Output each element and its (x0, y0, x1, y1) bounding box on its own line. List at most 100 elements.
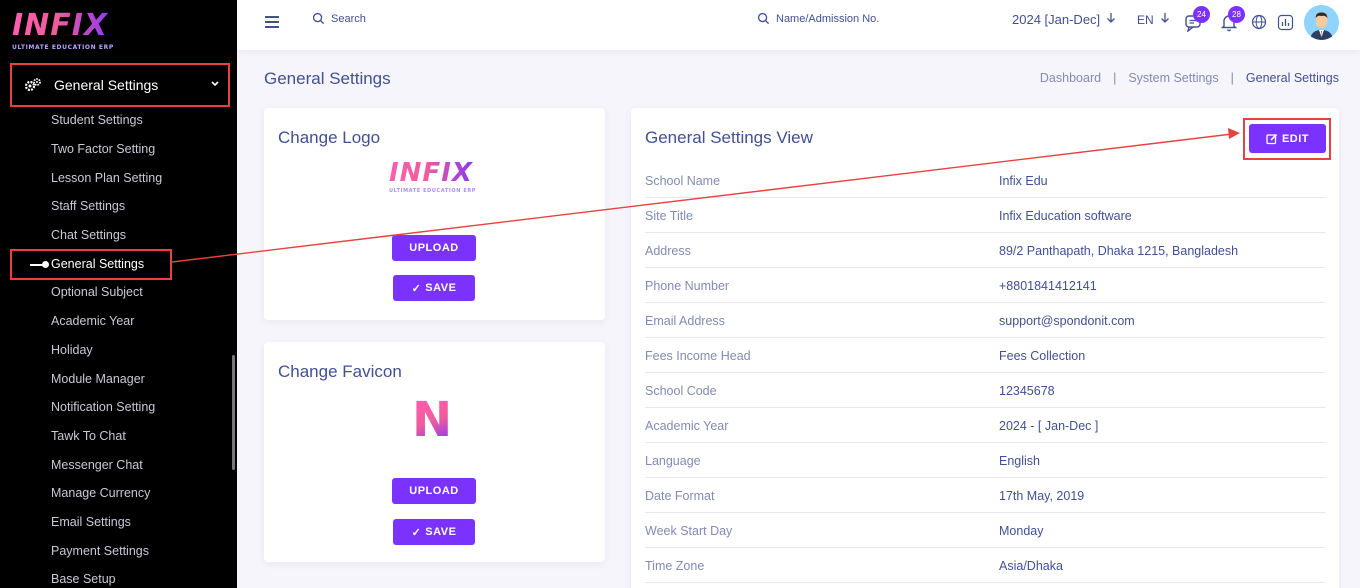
sidebar-item-module-manager[interactable]: Module Manager (0, 364, 237, 393)
row-key: Site Title (645, 209, 693, 223)
sidebar-item-base-setup[interactable]: Base Setup (0, 565, 237, 588)
table-row: School Code 12345678 (645, 373, 1326, 408)
sidebar-scrollbar[interactable] (232, 355, 235, 470)
sidebar-item-messenger-chat[interactable]: Messenger Chat (0, 450, 237, 479)
chat-badge: 24 (1193, 6, 1210, 23)
table-row: Week Start Day Monday (645, 513, 1326, 548)
row-value: English (999, 454, 1040, 468)
page-title: General Settings (264, 69, 391, 88)
row-key: Fees Income Head (645, 349, 751, 363)
sidebar-submenu: Student Settings Two Factor Setting Less… (0, 106, 237, 588)
sidebar-item-manage-currency[interactable]: Manage Currency (0, 479, 237, 508)
row-key: Address (645, 244, 691, 258)
general-settings-view-card: General Settings View EDIT School Name In… (631, 108, 1339, 588)
sidebar-item-tawk-to-chat[interactable]: Tawk To Chat (0, 422, 237, 451)
favicon-upload-button[interactable]: UPLOAD (392, 478, 476, 504)
table-row: Time Zone Asia/Dhaka (645, 548, 1326, 583)
sidebar-item-notification-setting[interactable]: Notification Setting (0, 393, 237, 422)
arrow-down-icon (1160, 12, 1170, 27)
chart-icon (1277, 14, 1294, 31)
search-box[interactable]: Search (312, 12, 366, 25)
table-row: Email Address support@spondonit.com (645, 303, 1326, 338)
session-label: 2024 [Jan-Dec] (1012, 12, 1101, 27)
arrow-down-icon (1106, 12, 1116, 27)
sidebar-item-staff-settings[interactable]: Staff Settings (0, 192, 237, 221)
user-avatar[interactable] (1304, 5, 1339, 40)
language-label: EN (1137, 12, 1154, 27)
gears-icon (24, 76, 42, 94)
edit-icon (1266, 133, 1278, 144)
check-icon: ✓ (411, 526, 422, 539)
chat-button[interactable]: 24 (1184, 6, 1210, 33)
row-value: Infix Education software (999, 209, 1132, 223)
edit-label: EDIT (1281, 132, 1310, 145)
logo-preview-text: INFIX (389, 158, 481, 188)
hamburger-menu-icon[interactable] (265, 16, 279, 28)
logo-save-label: SAVE (425, 282, 457, 294)
globe-icon (1251, 14, 1267, 30)
table-row: Phone Number +8801841412141 (645, 268, 1326, 303)
table-row: Academic Year 2024 - [ Jan-Dec ] (645, 408, 1326, 443)
brand-logo[interactable]: INFIX ULTIMATE EDUCATION ERP (12, 8, 122, 56)
notifications-badge: 28 (1228, 6, 1245, 23)
favicon-preview: N (412, 396, 458, 444)
student-search-label: Name/Admission No. (776, 12, 880, 25)
breadcrumb: Dashboard | System Settings | General Se… (1039, 71, 1339, 85)
row-value: support@spondonit.com (999, 314, 1135, 328)
website-button[interactable] (1251, 14, 1271, 34)
sidebar-item-lesson-plan-setting[interactable]: Lesson Plan Setting (0, 163, 237, 192)
logo-text: INFIX (12, 8, 122, 44)
row-value: 2024 - [ Jan-Dec ] (999, 419, 1099, 433)
logo-upload-button[interactable]: UPLOAD (392, 235, 476, 261)
sidebar-section-general-settings[interactable]: General Settings (10, 63, 230, 107)
sidebar-item-two-factor-setting[interactable]: Two Factor Setting (0, 135, 237, 164)
row-value: 89/2 Panthapath, Dhaka 1215, Bangladesh (999, 244, 1239, 258)
search-icon (757, 12, 770, 25)
sidebar-item-chat-settings[interactable]: Chat Settings (0, 221, 237, 250)
breadcrumb-general-settings: General Settings (1245, 71, 1339, 85)
row-value: Monday (999, 524, 1044, 538)
sidebar: INFIX ULTIMATE EDUCATION ERP General Set… (0, 0, 237, 588)
logo-tagline: ULTIMATE EDUCATION ERP (12, 44, 114, 51)
sidebar-section-label: General Settings (54, 77, 159, 93)
language-selector[interactable]: EN (1137, 12, 1170, 27)
active-item-indicator-icon (30, 261, 49, 268)
sidebar-item-holiday[interactable]: Holiday (0, 336, 237, 365)
notifications-button[interactable]: 28 (1219, 6, 1245, 32)
table-row: Fees Income Head Fees Collection (645, 338, 1326, 373)
table-row: Address 89/2 Panthapath, Dhaka 1215, Bang… (645, 233, 1326, 268)
favicon-save-label: SAVE (425, 526, 457, 538)
sidebar-item-student-settings[interactable]: Student Settings (0, 106, 237, 135)
session-selector[interactable]: 2024 [Jan-Dec] (1012, 12, 1116, 27)
topbar: Search Name/Admission No. 2024 [Jan-Dec]… (237, 0, 1360, 50)
sidebar-item-academic-year[interactable]: Academic Year (0, 307, 237, 336)
row-value: Infix Edu (999, 174, 1048, 188)
row-key: School Name (645, 174, 721, 188)
logo-save-button[interactable]: ✓ SAVE (393, 275, 475, 301)
sidebar-item-payment-settings[interactable]: Payment Settings (0, 536, 237, 565)
view-title: General Settings View (645, 128, 813, 147)
student-search-box[interactable]: Name/Admission No. (757, 12, 879, 25)
breadcrumb-dashboard[interactable]: Dashboard (1040, 71, 1101, 85)
row-key: Date Format (645, 489, 715, 503)
avatar-icon (1304, 5, 1339, 40)
logo-preview-tagline: ULTIMATE EDUCATION ERP (389, 188, 477, 194)
row-key: Language (645, 454, 701, 468)
table-row: Date Format 17th May, 2019 (645, 478, 1326, 513)
change-favicon-card: Change Favicon N UPLOAD ✓ SAVE (264, 342, 605, 562)
change-logo-card: Change Logo INFIX ULTIMATE EDUCATION ERP… (264, 108, 605, 320)
sidebar-item-optional-subject[interactable]: Optional Subject (0, 278, 237, 307)
row-value: Asia/Dhaka (999, 559, 1063, 573)
row-key: School Code (645, 384, 717, 398)
row-value: 17th May, 2019 (999, 489, 1085, 503)
sidebar-item-email-settings[interactable]: Email Settings (0, 508, 237, 537)
favicon-save-button[interactable]: ✓ SAVE (393, 519, 475, 545)
row-value: Fees Collection (999, 349, 1086, 363)
edit-button[interactable]: EDIT (1249, 124, 1326, 153)
change-favicon-title: Change Favicon (278, 362, 402, 381)
breadcrumb-system-settings[interactable]: System Settings (1128, 71, 1218, 85)
reports-button[interactable] (1277, 14, 1297, 34)
table-row: Language English (645, 443, 1326, 478)
table-row: Site Title Infix Education software (645, 198, 1326, 233)
search-label: Search (331, 12, 366, 25)
